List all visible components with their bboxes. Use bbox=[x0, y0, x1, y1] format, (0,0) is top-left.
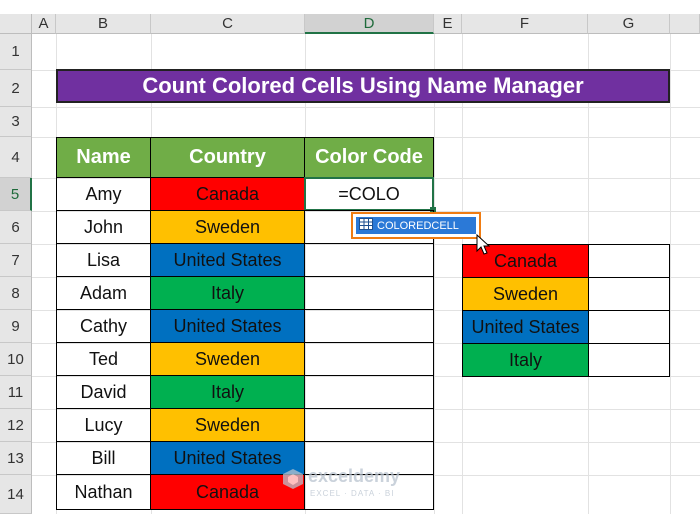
sheet-title[interactable]: Count Colored Cells Using Name Manager bbox=[56, 69, 670, 103]
header-name[interactable]: Name bbox=[56, 137, 151, 178]
cell-name[interactable]: David bbox=[56, 375, 151, 409]
row-header-6[interactable]: 6 bbox=[0, 211, 32, 244]
row-header-2[interactable]: 2 bbox=[0, 70, 32, 107]
row-header-10[interactable]: 10 bbox=[0, 343, 32, 376]
row-header-4[interactable]: 4 bbox=[0, 137, 32, 178]
row-header-11[interactable]: 11 bbox=[0, 376, 32, 409]
autocomplete-dropdown[interactable]: COLOREDCELL bbox=[351, 212, 481, 239]
column-header-e[interactable]: E bbox=[434, 14, 462, 34]
column-header-f[interactable]: F bbox=[462, 14, 588, 34]
column-header-blank bbox=[670, 14, 700, 34]
cell-name[interactable]: Bill bbox=[56, 441, 151, 475]
cell-color-code[interactable] bbox=[304, 408, 434, 442]
legend-country[interactable]: Sweden bbox=[462, 277, 589, 311]
cell-name[interactable]: Cathy bbox=[56, 309, 151, 343]
legend-country[interactable]: Italy bbox=[462, 343, 589, 377]
cell-color-code[interactable] bbox=[304, 309, 434, 343]
cell-name[interactable]: Nathan bbox=[56, 474, 151, 510]
row-header-3[interactable]: 3 bbox=[0, 107, 32, 137]
cell-name[interactable]: John bbox=[56, 210, 151, 244]
row-header-5[interactable]: 5 bbox=[0, 178, 32, 211]
row-header-1[interactable]: 1 bbox=[0, 34, 32, 70]
row-header-8[interactable]: 8 bbox=[0, 277, 32, 310]
cell-name[interactable]: Lucy bbox=[56, 408, 151, 442]
cell-color-code-active[interactable]: =COLO bbox=[304, 177, 434, 211]
column-header-c[interactable]: C bbox=[151, 14, 305, 34]
cell-name[interactable]: Ted bbox=[56, 342, 151, 376]
formula-input: =COLO bbox=[338, 183, 400, 204]
column-header-b[interactable]: B bbox=[56, 14, 151, 34]
row-header-12[interactable]: 12 bbox=[0, 409, 32, 442]
watermark-brand: exceldemy bbox=[308, 466, 401, 486]
cell-country[interactable]: Italy bbox=[150, 276, 305, 310]
cell-country[interactable]: United States bbox=[150, 243, 305, 277]
row-header-14[interactable]: 14 bbox=[0, 475, 32, 514]
legend-count[interactable] bbox=[588, 310, 670, 344]
header-color-code[interactable]: Color Code bbox=[304, 137, 434, 178]
legend-count[interactable] bbox=[588, 277, 670, 311]
row-header-13[interactable]: 13 bbox=[0, 442, 32, 475]
watermark-tagline: EXCEL · DATA · BI bbox=[310, 489, 395, 498]
cell-name[interactable]: Amy bbox=[56, 177, 151, 211]
cell-country[interactable]: United States bbox=[150, 309, 305, 343]
row-header-7[interactable]: 7 bbox=[0, 244, 32, 277]
cell-country[interactable]: Sweden bbox=[150, 342, 305, 376]
column-header-a[interactable]: A bbox=[32, 14, 56, 34]
exceldemy-logo-icon bbox=[283, 469, 303, 489]
legend-count[interactable] bbox=[588, 244, 670, 278]
legend-count[interactable] bbox=[588, 343, 670, 377]
cell-name[interactable]: Adam bbox=[56, 276, 151, 310]
cell-color-code[interactable] bbox=[304, 375, 434, 409]
watermark: exceldemy EXCEL · DATA · BI bbox=[282, 464, 432, 506]
cell-country[interactable]: Sweden bbox=[150, 210, 305, 244]
cell-color-code[interactable] bbox=[304, 276, 434, 310]
column-header-d[interactable]: D bbox=[305, 14, 434, 34]
header-country[interactable]: Country bbox=[150, 137, 305, 178]
gridline bbox=[32, 107, 700, 108]
select-all-corner[interactable] bbox=[0, 14, 32, 34]
mouse-cursor-icon bbox=[476, 234, 490, 255]
row-header-9[interactable]: 9 bbox=[0, 310, 32, 343]
cell-name[interactable]: Lisa bbox=[56, 243, 151, 277]
cell-country[interactable]: Sweden bbox=[150, 408, 305, 442]
cell-color-code[interactable] bbox=[304, 243, 434, 277]
column-header-g[interactable]: G bbox=[588, 14, 670, 34]
autocomplete-label: COLOREDCELL bbox=[377, 219, 459, 232]
cell-color-code[interactable] bbox=[304, 342, 434, 376]
cell-country[interactable]: Italy bbox=[150, 375, 305, 409]
cell-country[interactable]: Canada bbox=[150, 177, 305, 211]
autocomplete-item[interactable]: COLOREDCELL bbox=[356, 217, 476, 234]
function-icon bbox=[359, 218, 373, 233]
legend-country[interactable]: United States bbox=[462, 310, 589, 344]
